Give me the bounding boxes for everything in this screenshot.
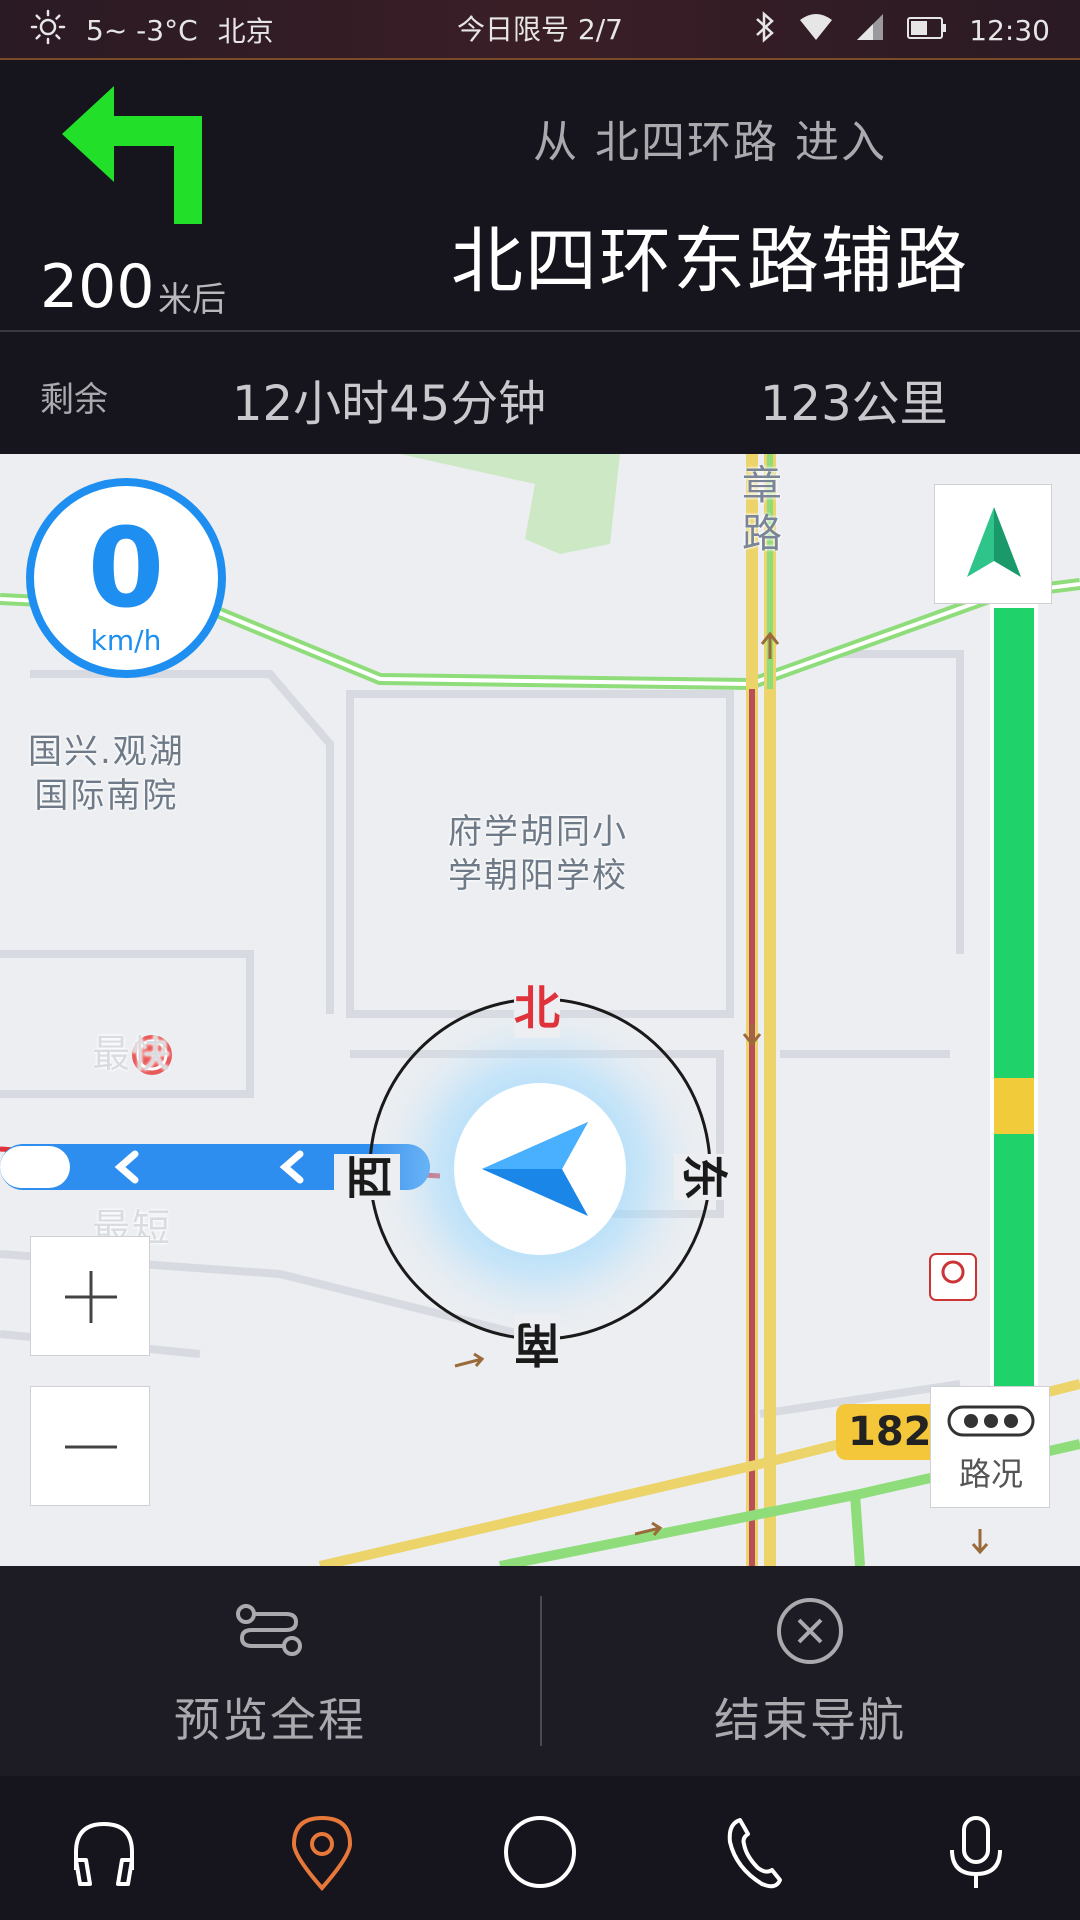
compass-west: 西	[334, 1154, 400, 1200]
turn-distance-unit: 米后	[158, 280, 226, 320]
poi-label-residence[interactable]: 国兴.观湖 国际南院	[28, 730, 185, 818]
microphone-icon[interactable]	[936, 1812, 1016, 1892]
end-navigation-label: 结束导航	[714, 1693, 906, 1747]
speed-value: 0	[87, 504, 165, 632]
entry-road-text: 从 北四环路 进入	[533, 117, 887, 168]
clock: 12:30	[969, 13, 1050, 47]
compass-south: 南	[514, 1314, 560, 1380]
weather-temp: 5~ -3°C	[86, 13, 198, 47]
remaining-label: 剩余	[40, 380, 108, 420]
headphones-icon[interactable]	[64, 1812, 144, 1892]
sun-icon	[30, 9, 66, 52]
location-pin-icon[interactable]	[282, 1812, 362, 1892]
next-road-name: 北四环东路辅路	[450, 219, 969, 303]
traffic-progress-bar	[990, 604, 1038, 1404]
zoom-in-button[interactable]	[30, 1236, 150, 1356]
end-navigation-button[interactable]: 结束导航	[540, 1566, 1080, 1776]
status-bar: 5~ -3°C 北京 今日限号 2/7 12:30	[0, 0, 1080, 60]
road-label-vertical: 章 路	[742, 462, 784, 558]
poi-label-line: 国兴.观湖	[28, 732, 185, 772]
traffic-toggle-button[interactable]: 路况	[930, 1386, 1050, 1508]
traffic-segment-slow	[994, 1078, 1034, 1134]
battery-icon	[907, 14, 947, 47]
poi-label-line: 国际南院	[34, 776, 179, 816]
wifi-icon	[799, 12, 833, 49]
poi-label-school[interactable]: 府学胡同小 学朝阳学校	[448, 810, 628, 898]
compass-north: 北	[514, 972, 560, 1038]
plus-icon	[65, 1271, 117, 1323]
remaining-time: 12小时45分钟	[232, 376, 547, 432]
route-overview-icon	[236, 1604, 302, 1656]
phone-icon[interactable]	[718, 1812, 798, 1892]
close-circle-icon	[777, 1598, 843, 1664]
poi-label-line: 学朝阳学校	[448, 856, 628, 896]
traffic-button-label: 路况	[958, 1455, 1023, 1493]
bottom-dock	[0, 1776, 1080, 1920]
traffic-segment-clear	[994, 1134, 1034, 1400]
map-view[interactable]: 北 南 东 西 0 km/h 国兴.观湖 国际南院 府学胡同小 学朝阳学校 章 …	[0, 454, 1080, 1566]
turn-distance: 200	[40, 252, 155, 322]
status-right: 12:30	[753, 0, 1050, 60]
remaining-distance: 123公里	[760, 376, 948, 432]
traffic-segment-clear	[994, 608, 1034, 1078]
compass-east: 东	[674, 1154, 740, 1200]
remaining-panel: 剩余 12小时45分钟 123公里	[0, 334, 1080, 454]
guidance-panel: 200 米后 从 北四环路 进入 北四环东路辅路	[0, 62, 1080, 332]
poi-label-line: 府学胡同小	[448, 812, 628, 852]
home-circle-icon[interactable]	[500, 1812, 580, 1892]
speed-indicator: 0 km/h	[26, 478, 226, 678]
weather-city: 北京	[217, 15, 274, 48]
left-turn-icon	[62, 86, 212, 226]
minus-icon	[65, 1445, 117, 1449]
status-left: 5~ -3°C 北京	[30, 0, 274, 60]
zoom-out-button[interactable]	[30, 1386, 150, 1506]
traffic-icon	[947, 1405, 1035, 1437]
preview-route-label: 预览全程	[174, 1693, 366, 1747]
road-label-char: 路	[742, 511, 784, 557]
speed-unit: km/h	[90, 624, 162, 657]
bluetooth-icon	[753, 10, 777, 51]
preview-route-button[interactable]: 预览全程	[0, 1566, 540, 1776]
north-up-button[interactable]	[934, 484, 1052, 604]
faded-route-label-fastest: 最快	[92, 1032, 173, 1076]
road-label-char: 章	[742, 463, 784, 509]
navigation-actions: 预览全程 结束导航	[0, 1566, 1080, 1776]
north-arrow-icon	[967, 507, 1021, 577]
signal-icon	[855, 12, 885, 49]
